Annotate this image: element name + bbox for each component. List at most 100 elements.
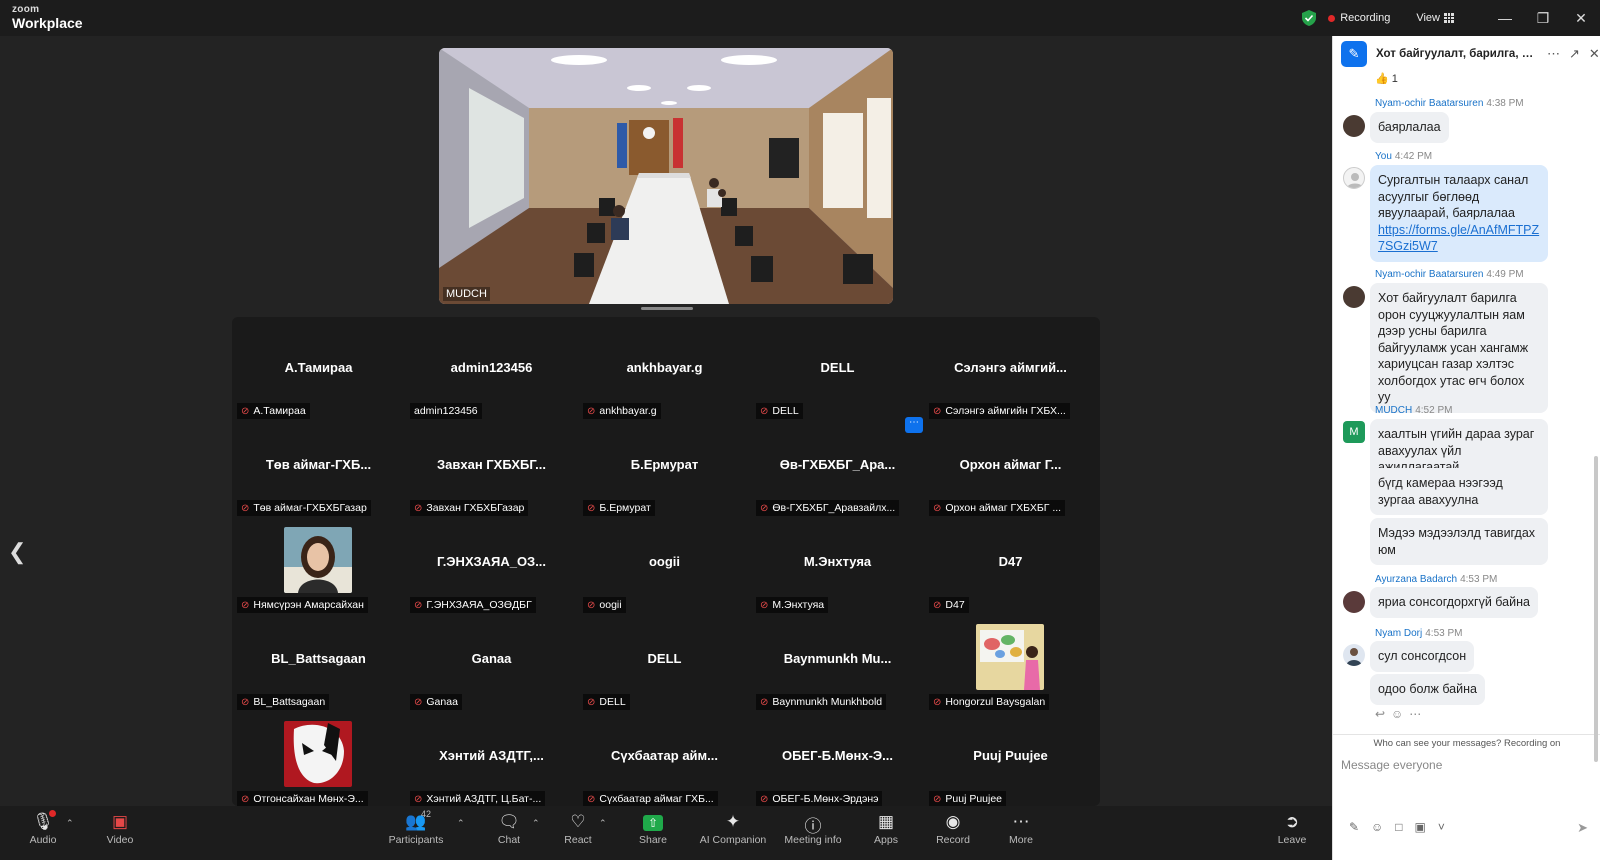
recording-indicator[interactable]: Recording [1340, 12, 1390, 24]
avatar[interactable] [1343, 644, 1365, 666]
participant-display-name: Сүхбаатар айм... [611, 748, 718, 763]
chat-scrollbar[interactable] [1594, 456, 1598, 762]
avatar[interactable] [1343, 286, 1365, 308]
message-actions[interactable]: ↩☺⋯ [1375, 707, 1427, 721]
gallery-view: ⋯ А.Тамираа ⊘ А.Тамираа admin123456 admin123… [232, 317, 1100, 807]
participants-button[interactable]: 👥 42 Participants [381, 806, 451, 860]
chat-more-icon[interactable]: ⋯ [1547, 46, 1560, 62]
chat-caret-icon[interactable]: ⌃ [532, 818, 540, 829]
audio-options-caret-icon[interactable]: ⌃ [66, 818, 74, 829]
leave-icon: ➲ [1284, 812, 1300, 831]
muted-mic-icon: ⊘ [587, 599, 596, 611]
message-bubble: сул сонсогдсон [1370, 641, 1475, 672]
recording-dot-icon [1328, 14, 1336, 22]
participant-tile[interactable]: Орхон аймаг Г... ⊘ Орхон аймаг ГХБХБГ ... [924, 424, 1097, 521]
participant-tile[interactable]: ⊘ Отгонсайхан Мөнх-Э... [232, 715, 405, 812]
chat-title[interactable]: Хот байгуулалт, барилга, о... [1376, 48, 1538, 60]
avatar[interactable] [1343, 115, 1365, 137]
participant-name-label: ⊘ Hongorzul Baysgalan [929, 694, 1050, 710]
survey-link[interactable]: https://forms.gle/AnAfMFTPZ7SGzi5W7 [1378, 223, 1539, 254]
send-icon[interactable]: ➤ [1577, 820, 1588, 836]
participant-tile[interactable]: Baynmunkh Mu... ⊘ Baynmunkh Munkhbold [751, 618, 924, 715]
participant-tile[interactable]: Ganaa ⊘ Ganaa [405, 618, 578, 715]
participant-tile[interactable]: DELL ⊘ DELL [578, 618, 751, 715]
participant-name-label: ⊘ Ganaa [410, 694, 462, 710]
participant-tile[interactable]: BL_Battsagaan ⊘ BL_Battsagaan [232, 618, 405, 715]
participant-name-label: ⊘ oogii [583, 597, 626, 613]
chat-privacy-notice[interactable]: Who can see your messages? Recording on [1333, 734, 1600, 750]
chat-input-tools[interactable]: ✎☺□▣˅ [1349, 820, 1457, 834]
resize-handle[interactable] [641, 307, 693, 310]
participant-display-name: Төв аймаг-ГХБ... [265, 457, 372, 472]
participant-photo [976, 624, 1044, 690]
restore-button[interactable]: ❐ [1524, 0, 1562, 36]
encryption-shield-icon[interactable] [1302, 10, 1317, 26]
participant-display-name: ОБЕГ-Б.Мөнх-Э... [781, 748, 894, 763]
muted-mic-icon: ⊘ [241, 405, 250, 417]
speaker-video[interactable]: MUDCH [439, 48, 893, 304]
audio-button[interactable]: 🎙 Audio [8, 806, 78, 860]
view-button[interactable]: View [1416, 12, 1440, 24]
speaker-name-label: MUDCH [443, 287, 490, 301]
participant-tile[interactable]: Завхан ГХБХБГ... ⊘ Завхан ГХБХБГазар [405, 424, 578, 521]
participant-display-name: ankhbayar.g [626, 360, 703, 375]
close-window-button[interactable]: ✕ [1562, 0, 1600, 36]
participant-tile[interactable]: ОБЕГ-Б.Мөнх-Э... ⊘ ОБЕГ-Б.Мөнх-Эрдэнэ [751, 715, 924, 812]
participant-tile[interactable]: Хэнтий АЗДТГ,... ⊘ Хэнтий АЗДТГ, Ц.Бат-... [405, 715, 578, 812]
muted-mic-icon: ⊘ [760, 696, 769, 708]
avatar[interactable] [1343, 167, 1365, 189]
meeting-info-button[interactable]: ⓘ Meeting info [777, 806, 849, 860]
share-button[interactable]: ⇧ Share [618, 806, 688, 860]
participant-tile[interactable]: А.Тамираа ⊘ А.Тамираа [232, 327, 405, 424]
participant-tile[interactable]: М.Энхтуяа ⊘ М.Энхтуяа [751, 521, 924, 618]
participant-name-label: ⊘ Төв аймаг-ГХБХБГазар [237, 500, 371, 516]
participants-caret-icon[interactable]: ⌃ [457, 818, 465, 829]
participant-name-label: ⊘ DELL [756, 403, 803, 419]
participant-tile[interactable]: ankhbayar.g ⊘ ankhbayar.g [578, 327, 751, 424]
participant-tile[interactable]: DELL ⊘ DELL [751, 327, 924, 424]
participant-tile[interactable]: ⊘ Нямсүрэн Амарсайхан [232, 521, 405, 618]
avatar[interactable] [1343, 591, 1365, 613]
participant-tile[interactable]: D47 ⊘ D47 [924, 521, 1097, 618]
participant-name-label: admin123456 [410, 403, 482, 419]
chat-input[interactable]: Message everyone [1341, 758, 1442, 772]
ai-companion-button[interactable]: ✦ AI Companion [697, 806, 769, 860]
pop-out-icon[interactable]: ↗ [1569, 46, 1580, 62]
participant-tile[interactable]: Сүхбаатар айм... ⊘ Сүхбаатар аймаг ГХБ... [578, 715, 751, 812]
grid-view-icon[interactable] [1444, 13, 1454, 23]
message-header: Ayurzana Badarch 4:53 PM [1375, 574, 1498, 585]
participant-tile[interactable]: Төв аймаг-ГХБ... ⊘ Төв аймаг-ГХБХБГазар [232, 424, 405, 521]
participant-tile[interactable]: Өв-ГХБХБГ_Ара... ⊘ Өв-ГХБХБГ_Аравзайлх... [751, 424, 924, 521]
participant-tile[interactable]: ⊘ Hongorzul Baysgalan [924, 618, 1097, 715]
muted-mic-icon: ⊘ [933, 793, 942, 805]
react-caret-icon[interactable]: ⌃ [599, 818, 607, 829]
chat-compose-icon[interactable]: ✎ [1341, 41, 1367, 67]
meeting-stage: MUDCH ⋯ А.Тамираа ⊘ А.Тамираа admin123456 ad… [0, 36, 1332, 807]
participant-tile[interactable]: Puuj Puujee ⊘ Puuj Puujee [924, 715, 1097, 812]
participant-tile[interactable]: Сэлэнгэ аймгий... ⊘ Сэлэнгэ аймгийн ГХБХ..… [924, 327, 1097, 424]
apps-button[interactable]: ▦ Apps [851, 806, 921, 860]
participant-tile[interactable]: admin123456 admin123456 [405, 327, 578, 424]
participant-tile[interactable]: Г.ЭНХЗАЯА_ОЗ... ⊘ Г.ЭНХЗАЯА_ОЗӨДБГ [405, 521, 578, 618]
more-button[interactable]: ⋯ More [986, 806, 1056, 860]
participant-tile[interactable]: Б.Ермурат ⊘ Б.Ермурат [578, 424, 751, 521]
close-chat-icon[interactable]: ✕ [1589, 46, 1600, 62]
chat-button[interactable]: 🗨 Chat [474, 806, 544, 860]
record-button[interactable]: ◉ Record [918, 806, 988, 860]
leave-button[interactable]: ➲ Leave [1257, 806, 1327, 860]
participant-name-label: ⊘ Puuj Puujee [929, 791, 1007, 807]
avatar[interactable]: M [1343, 421, 1365, 443]
minimize-button[interactable]: — [1486, 0, 1524, 36]
participant-display-name: DELL [647, 651, 682, 666]
apps-icon: ▦ [877, 812, 895, 831]
participant-display-name: Baynmunkh Mu... [783, 651, 892, 666]
muted-mic-icon: ⊘ [241, 599, 250, 611]
reaction-badge[interactable]: 👍 1 [1375, 72, 1398, 85]
participant-tile[interactable]: oogii ⊘ oogii [578, 521, 751, 618]
video-button[interactable]: ▣ Video [85, 806, 155, 860]
participant-display-name: Puuj Puujee [973, 748, 1048, 763]
previous-page-arrow-icon[interactable]: ❮ [8, 539, 26, 565]
message-bubble: яриа сонсогдорхгүй байна [1370, 587, 1538, 618]
message-bubble: баярлалаа [1370, 112, 1449, 143]
react-button[interactable]: ♡ React [543, 806, 613, 860]
